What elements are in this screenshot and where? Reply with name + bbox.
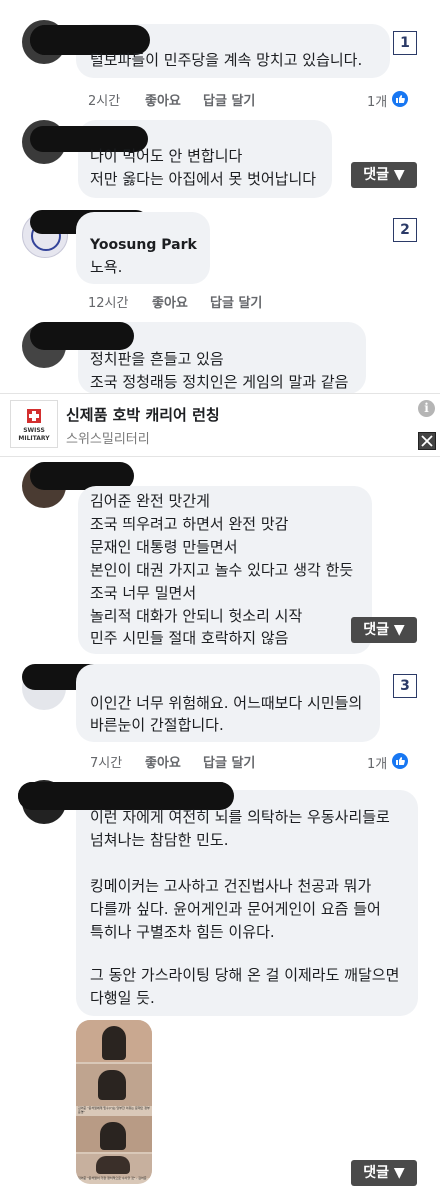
image-caption: 김어준 "윤석열에게 밑수(?)는 당부한 이유는 문재인 정부 운명"	[78, 1106, 150, 1114]
image-person	[96, 1156, 130, 1174]
comment-text: 넘쳐나는 참담한 민도.	[90, 831, 229, 849]
comment-text: 민주 시민들 절대 호락하지 않음	[90, 629, 289, 647]
like-icon	[392, 753, 408, 769]
comment-text: 조국 띄우려고 하면서 완전 맛감	[90, 515, 289, 533]
ad-logo-text: SWISS	[23, 427, 45, 434]
image-person	[98, 1070, 126, 1100]
like-link[interactable]: 좋아요	[145, 752, 181, 771]
comment-text: 특히나 구별조차 힘든 이유다.	[90, 923, 275, 941]
like-link[interactable]: 좋아요	[145, 90, 181, 109]
comment-text: 노욕.	[90, 258, 123, 276]
comment-text: 조국 정청래등 정치인은 게임의 말과 같음	[90, 373, 349, 391]
comment-text: 저만 옳다는 아집에서 못 벗어납니다	[90, 170, 317, 188]
comment-time: 2시간	[88, 94, 121, 109]
info-icon[interactable]: i	[418, 400, 435, 417]
comment-text: 그 동안 가스라이팅 당해 온 걸 이제라도 깨달으면	[90, 966, 400, 984]
comment-text: 바른눈이 간절합니다.	[90, 716, 224, 734]
reply-toggle-button[interactable]: 댓글 ▼	[351, 162, 417, 188]
comment-number-badge: 1	[393, 31, 417, 55]
reply-toggle-button[interactable]: 댓글 ▼	[351, 617, 417, 643]
comment-text: 정치판을 흔들고 있음	[90, 350, 224, 368]
swiss-cross-icon	[27, 409, 41, 423]
comment-number-badge: 2	[393, 218, 417, 242]
image-caption: 김어준 "윤석열이 가장 정치적으로 수사할 것" - 김어준	[78, 1176, 147, 1180]
comment-text: 김어준 완전 맛간게	[90, 492, 210, 510]
comment-text: 다를까 싶다. 윤어게인과 문어게인이 요즘 들어	[90, 900, 381, 918]
image-person	[100, 1122, 126, 1150]
comment-text: 조국 너무 밀면서	[90, 584, 197, 602]
ad-subtitle: 스위스밀리터리	[66, 432, 150, 447]
reply-link[interactable]: 답글 달기	[203, 752, 255, 771]
ad-logo: SWISS MILITARY	[10, 400, 58, 448]
like-count: 1개	[367, 757, 388, 772]
comment-text: 다행일 듯.	[90, 989, 155, 1007]
comment-text: 놀리적 대화가 안되니 헛소리 시작	[90, 607, 303, 625]
comment-text: 나이 먹어도 안 변합니다	[90, 147, 243, 165]
reply-toggle-button[interactable]: 댓글 ▼	[351, 1160, 417, 1186]
close-icon[interactable]	[418, 432, 436, 450]
image-person	[102, 1026, 126, 1060]
like-icon	[392, 91, 408, 107]
comment-text: 킹메이커는 고사하고 건진법사나 천공과 뭐가	[90, 877, 372, 895]
reply-link[interactable]: 답글 달기	[210, 292, 262, 311]
commenter-name[interactable]: Yoosung Park	[90, 234, 197, 257]
redacted-name	[30, 322, 134, 350]
ad-logo-text: MILITARY	[18, 435, 50, 442]
comment-text: 털보파들이 민주당을 계속 망치고 있습니다.	[90, 51, 363, 69]
like-count: 1개	[367, 95, 388, 110]
comment-text: 이인간 너무 위험해요. 어느때보다 시민들의	[90, 694, 363, 712]
attached-image[interactable]: 김어준 "윤석열에게 밑수(?)는 당부한 이유는 문재인 정부 운명" 김어준…	[76, 1020, 152, 1184]
comment-time: 12시간	[88, 296, 129, 311]
like-link[interactable]: 좋아요	[152, 292, 188, 311]
comment-number-badge: 3	[393, 674, 417, 698]
comment-text: 이런 자에게 여전히 뇌를 의탁하는 우동사리들로	[90, 808, 390, 826]
comment-time: 7시간	[90, 756, 123, 771]
ad-title[interactable]: 신제품 호박 캐리어 런칭	[66, 404, 220, 425]
comment-text: 본인이 대권 가지고 놀수 있다고 생각 한듯	[90, 561, 354, 579]
comment-text: 문재인 대통령 만들면서	[90, 538, 238, 556]
sponsored-ad[interactable]: SWISS MILITARY 신제품 호박 캐리어 런칭 스위스밀리터리 i	[0, 393, 440, 457]
reply-link[interactable]: 답글 달기	[203, 90, 255, 109]
